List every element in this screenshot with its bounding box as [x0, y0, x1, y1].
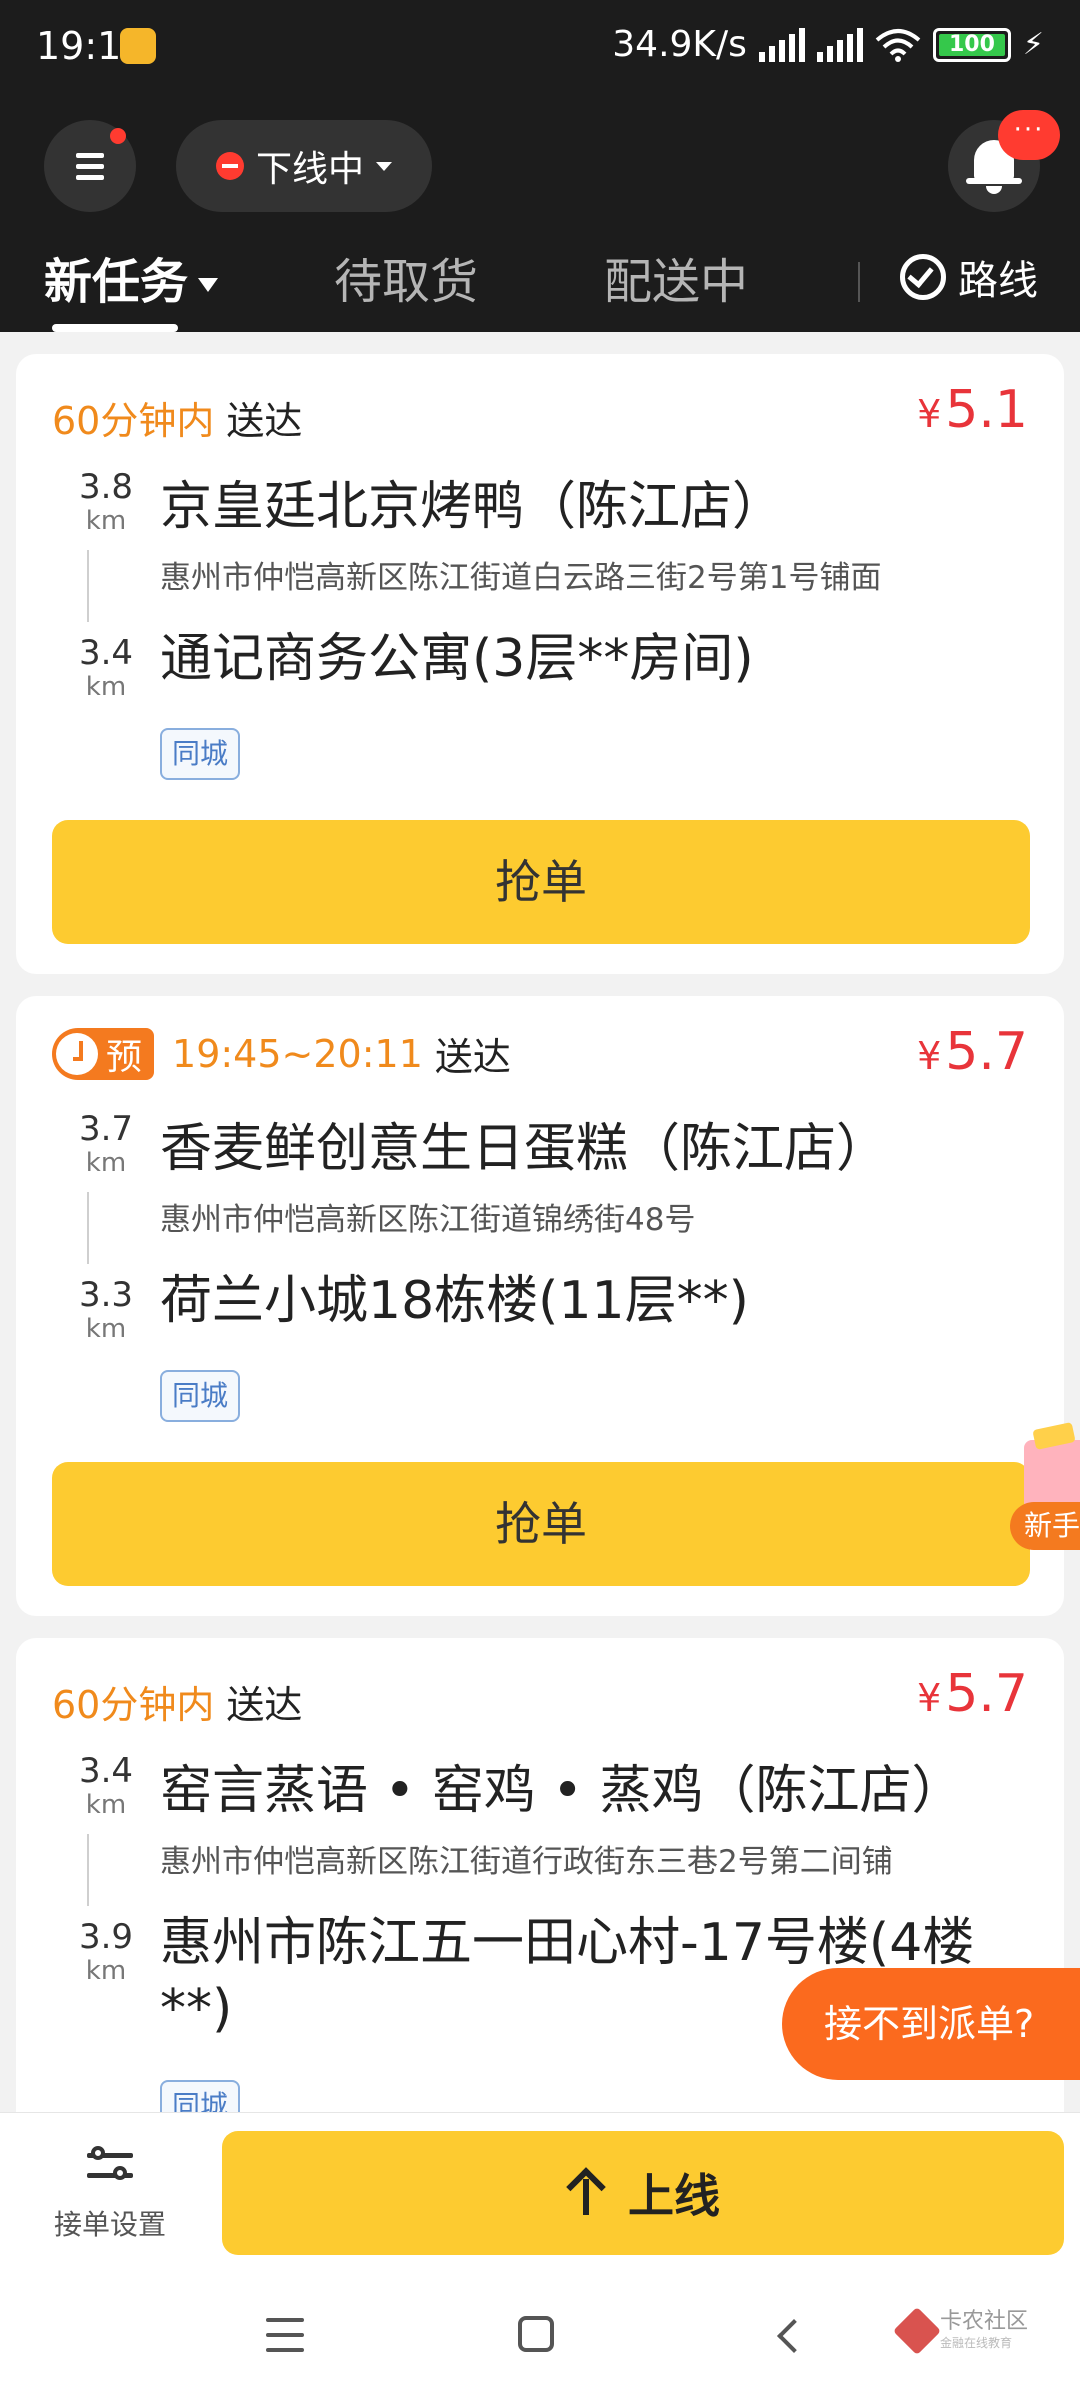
shop-name: 香麦鲜创意生日蛋糕（陈江店）	[160, 1119, 889, 1179]
grab-order-button[interactable]: 抢单	[52, 1462, 1030, 1586]
notification-button[interactable]: ···	[948, 110, 1060, 212]
order-settings-button[interactable]: 接单设置	[40, 2145, 180, 2243]
no-dispatch-help-button[interactable]: 接不到派单?	[782, 1968, 1080, 2080]
header: 下线中 ··· 新任务 待取货 配送中 路线	[0, 100, 1080, 332]
pickup-distance: 3.8 km	[78, 467, 134, 536]
system-nav-bar: 卡农社区 金融在线教育	[0, 2272, 1080, 2400]
wifi-icon	[875, 28, 921, 62]
order-price: ¥5.7	[917, 1664, 1028, 1724]
order-price: ¥5.7	[917, 1022, 1028, 1082]
tab-delivering[interactable]: 配送中	[604, 242, 748, 312]
order-list[interactable]: 60分钟内 送达 ¥5.1 3.8 km 京皇廷北京烤鸭（陈江店） 惠州市仲恺高…	[0, 332, 1080, 2112]
watermark-logo	[892, 2306, 942, 2355]
sliders-icon	[87, 2145, 133, 2185]
signal-icon-2	[816, 27, 863, 62]
delivery-time: 19:45~20:11	[172, 1031, 423, 1076]
active-tab-indicator	[52, 324, 178, 332]
dropoff-distance: 3.4 km	[78, 633, 134, 702]
menu-button[interactable]	[44, 120, 136, 212]
gift-icon	[1024, 1440, 1080, 1510]
watermark-title: 卡农社区	[940, 2309, 1029, 2334]
dropoff-distance: 3.9 km	[78, 1917, 134, 1986]
signal-icon	[758, 27, 805, 62]
route-connector	[87, 1834, 89, 1906]
charging-icon: ⚡	[1022, 27, 1044, 62]
city-tag: 同城	[160, 728, 240, 780]
back-icon[interactable]	[777, 2319, 811, 2353]
delivery-label: 送达	[226, 399, 303, 443]
order-card: 预 19:45~20:11 送达 ¥5.7 3.7 km 香麦鲜创意生日蛋糕（陈…	[16, 996, 1064, 1616]
home-icon[interactable]	[518, 2316, 554, 2352]
shop-address: 惠州市仲恺高新区陈江街道行政街东三巷2号第二间铺	[160, 1844, 893, 1880]
delivery-time: 60分钟内	[52, 1683, 215, 1727]
caret-down-icon	[198, 278, 219, 292]
delivery-label: 送达	[226, 1683, 303, 1727]
go-online-label: 上线	[628, 2169, 720, 2223]
newbie-label: 新手	[1010, 1502, 1080, 1550]
order-price: ¥5.1	[917, 380, 1028, 440]
chevron-down-icon	[376, 161, 392, 171]
route-button[interactable]: 路线	[900, 248, 1038, 306]
delivery-time: 60分钟内	[52, 399, 215, 443]
route-label: 路线	[958, 258, 1038, 304]
city-tag: 同城	[160, 1370, 240, 1422]
tab-new-tasks[interactable]: 新任务	[44, 242, 219, 312]
divider	[858, 262, 860, 302]
route-connector	[87, 550, 89, 622]
order-settings-label: 接单设置	[53, 2208, 166, 2241]
watermark: 卡农社区 金融在线教育	[892, 2306, 1029, 2355]
app-notification-icon	[120, 28, 156, 64]
shop-name: 窑言蒸语 • 窑鸡 • 蒸鸡（陈江店）	[160, 1761, 964, 1821]
shop-name: 京皇廷北京烤鸭（陈江店）	[160, 477, 785, 537]
online-status-dropdown[interactable]: 下线中	[176, 120, 432, 212]
go-online-button[interactable]: 上线	[222, 2131, 1064, 2255]
tab-to-pickup[interactable]: 待取货	[334, 242, 478, 312]
delivery-window: 60分钟内 送达	[52, 390, 302, 445]
newbie-gift-button[interactable]: 新手	[1010, 1440, 1080, 1560]
route-connector	[87, 1192, 89, 1264]
route-icon	[900, 254, 946, 300]
recents-icon[interactable]	[266, 2318, 304, 2352]
destination: 通记商务公寓(3层**房间)	[160, 629, 754, 689]
battery-icon: 100	[932, 27, 1011, 62]
dropoff-distance: 3.3 km	[78, 1275, 134, 1344]
online-status-label: 下线中	[255, 149, 364, 190]
pickup-distance: 3.7 km	[78, 1109, 134, 1178]
arrow-up-icon	[566, 2171, 606, 2215]
shop-address: 惠州市仲恺高新区陈江街道白云路三街2号第1号铺面	[160, 560, 882, 596]
order-card: 60分钟内 送达 ¥5.1 3.8 km 京皇廷北京烤鸭（陈江店） 惠州市仲恺高…	[16, 354, 1064, 974]
notification-badge: ···	[998, 110, 1060, 160]
grab-order-button[interactable]: 抢单	[52, 820, 1030, 944]
bottom-action-bar: 接单设置 上线	[0, 2112, 1080, 2272]
task-tabs: 新任务 待取货 配送中 路线	[0, 232, 1080, 332]
menu-alert-dot	[110, 128, 126, 144]
delivery-window: 60分钟内 送达	[52, 1674, 302, 1729]
destination: 荷兰小城18栋楼(11层**)	[160, 1271, 749, 1331]
watermark-subtitle: 金融在线教育	[940, 2336, 1013, 2350]
status-indicators: 34.9K/s 100 ⚡	[612, 24, 1044, 65]
network-speed: 34.9K/s	[612, 24, 747, 65]
city-tag: 同城	[160, 2080, 240, 2112]
offline-icon	[215, 152, 244, 180]
status-bar: 19:11 34.9K/s 100 ⚡	[0, 0, 1080, 100]
alarm-clock-icon	[56, 1032, 98, 1075]
shop-address: 惠州市仲恺高新区陈江街道锦绣街48号	[160, 1202, 696, 1238]
pickup-distance: 3.4 km	[78, 1751, 134, 1820]
delivery-label: 送达	[434, 1035, 511, 1079]
delivery-window: 预 19:45~20:11 送达	[52, 1026, 511, 1081]
preorder-badge: 预	[52, 1027, 155, 1080]
